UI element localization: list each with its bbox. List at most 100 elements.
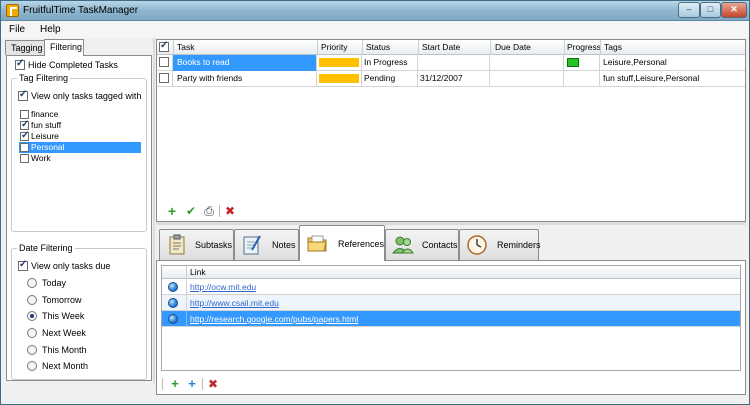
tab-reminders[interactable]: Reminders <box>459 229 541 260</box>
tab-contacts-label: Contacts <box>422 240 458 250</box>
radio-button[interactable] <box>27 311 37 321</box>
list-item[interactable]: Work <box>19 153 141 164</box>
tag-checkbox[interactable] <box>20 143 29 152</box>
tags-cell[interactable]: Leisure,Personal <box>600 55 745 71</box>
reference-link[interactable]: http://ocw.mit.edu <box>190 282 256 292</box>
notepad-icon <box>243 235 261 255</box>
progress-cell[interactable] <box>564 55 600 71</box>
tag-checkbox[interactable] <box>20 110 29 119</box>
reference-link[interactable]: http://research.google.com/pubs/papers.h… <box>190 314 358 324</box>
priority-cell[interactable] <box>317 71 362 87</box>
column-header-priority[interactable]: Priority <box>321 42 347 52</box>
radio-button[interactable] <box>27 328 37 338</box>
due-this-week-option[interactable]: This Week <box>27 311 84 323</box>
close-button[interactable]: ✕ <box>721 2 747 18</box>
references-grid-header: Link <box>162 266 740 279</box>
hide-completed-checkbox[interactable] <box>15 58 25 70</box>
task-checkbox[interactable] <box>159 73 169 83</box>
add-task-button[interactable]: + <box>165 204 179 218</box>
tab-subtasks[interactable]: Subtasks <box>159 229 234 260</box>
delete-task-button[interactable]: ✖ <box>223 204 237 218</box>
table-row[interactable]: http://research.google.com/pubs/papers.h… <box>162 311 740 327</box>
select-all-checkbox[interactable] <box>159 40 169 52</box>
hide-completed-row[interactable]: Hide Completed Tasks <box>15 58 118 72</box>
column-header-due-date[interactable]: Due Date <box>495 42 531 52</box>
menu-help[interactable]: Help <box>40 24 61 35</box>
complete-task-button[interactable]: ✔ <box>184 204 198 218</box>
tag-checkbox[interactable] <box>20 119 29 130</box>
task-name[interactable]: Party with friends <box>173 71 317 87</box>
add-web-reference-button[interactable]: + <box>185 377 199 391</box>
radio-button[interactable] <box>27 295 37 305</box>
due-date-cell[interactable] <box>490 55 564 71</box>
column-header-start-date[interactable]: Start Date <box>422 42 460 52</box>
radio-button[interactable] <box>27 278 37 288</box>
progress-cell[interactable] <box>564 71 600 87</box>
progress-indicator <box>567 58 579 67</box>
progress-indicator <box>567 74 579 83</box>
window-title: FruitfulTime TaskManager <box>23 5 139 16</box>
status-cell[interactable]: Pending <box>362 71 418 87</box>
minimize-button[interactable]: – <box>678 2 700 18</box>
only-tagged-checkbox[interactable] <box>18 89 28 101</box>
column-header-status[interactable]: Status <box>366 42 390 52</box>
maximize-button[interactable]: □ <box>700 2 721 18</box>
due-today-option[interactable]: Today <box>27 278 66 290</box>
tab-reminders-label: Reminders <box>497 240 541 250</box>
delete-reference-button[interactable]: ✖ <box>206 377 220 391</box>
column-header-link[interactable]: Link <box>190 267 206 277</box>
task-checkbox[interactable] <box>159 57 169 67</box>
vertical-splitter[interactable] <box>153 38 155 383</box>
radio-button[interactable] <box>27 345 37 355</box>
table-row[interactable]: Books to read In Progress Leisure,Person… <box>157 55 745 71</box>
reference-link[interactable]: http://www.csail.mit.edu <box>190 298 279 308</box>
start-date-cell[interactable]: 31/12/2007 <box>418 71 490 87</box>
only-due-checkbox[interactable] <box>18 259 28 271</box>
table-row[interactable]: Party with friends Pending 31/12/2007 fu… <box>157 71 745 87</box>
only-due-row[interactable]: View only tasks due <box>18 259 110 273</box>
only-tagged-label: View only tasks tagged with <box>31 91 142 101</box>
add-reference-button[interactable]: + <box>168 377 182 391</box>
menu-bar: File Help <box>1 21 749 38</box>
table-row[interactable]: http://www.csail.mit.edu <box>162 295 740 311</box>
contacts-icon <box>392 236 414 254</box>
tab-contacts[interactable]: Contacts <box>385 229 459 260</box>
column-header-task[interactable]: Task <box>177 42 194 52</box>
tab-references-label: References <box>338 239 385 249</box>
table-row[interactable]: http://ocw.mit.edu <box>162 279 740 295</box>
start-date-cell[interactable] <box>418 55 490 71</box>
tags-cell[interactable]: fun stuff,Leisure,Personal <box>600 71 745 87</box>
date-filtering-legend: Date Filtering <box>17 243 75 253</box>
list-item[interactable]: Leisure <box>19 130 141 142</box>
print-button[interactable]: ⎙ <box>202 204 216 218</box>
due-this-month-option[interactable]: This Month <box>27 345 87 357</box>
task-toolbar: + ✔ ⎙ ✖ <box>159 202 279 220</box>
radio-button[interactable] <box>27 361 37 371</box>
due-tomorrow-option[interactable]: Tomorrow <box>27 295 82 307</box>
list-item[interactable]: fun stuff <box>19 119 141 131</box>
hide-completed-label: Hide Completed Tasks <box>28 60 118 70</box>
only-tagged-row[interactable]: View only tasks tagged with <box>18 89 142 103</box>
title-bar[interactable]: FruitfulTime TaskManager – □ ✕ <box>1 1 749 21</box>
column-header-progress[interactable]: Progress <box>567 42 601 52</box>
tab-tagging[interactable]: Tagging <box>5 40 46 55</box>
status-cell[interactable]: In Progress <box>362 55 418 71</box>
tab-notes[interactable]: Notes <box>234 229 299 260</box>
list-item[interactable]: finance <box>19 109 141 120</box>
filter-panel: Hide Completed Tasks Tag Filtering View … <box>6 55 152 381</box>
menu-file[interactable]: File <box>9 24 25 35</box>
due-next-month-option[interactable]: Next Month <box>27 361 88 373</box>
tag-checkbox[interactable] <box>20 154 29 163</box>
tab-filtering[interactable]: Filtering <box>44 39 84 56</box>
due-date-cell[interactable] <box>490 71 564 87</box>
column-header-tags[interactable]: Tags <box>604 42 622 52</box>
references-toolbar: + + ✖ <box>159 375 239 393</box>
globe-icon <box>168 282 178 292</box>
due-next-week-option[interactable]: Next Week <box>27 328 86 340</box>
list-item[interactable]: Personal <box>19 142 141 153</box>
priority-cell[interactable] <box>317 55 362 71</box>
tag-checkbox[interactable] <box>20 130 29 141</box>
task-name[interactable]: Books to read <box>173 55 317 71</box>
horizontal-splitter[interactable] <box>156 222 746 225</box>
tab-references[interactable]: References <box>299 225 385 261</box>
